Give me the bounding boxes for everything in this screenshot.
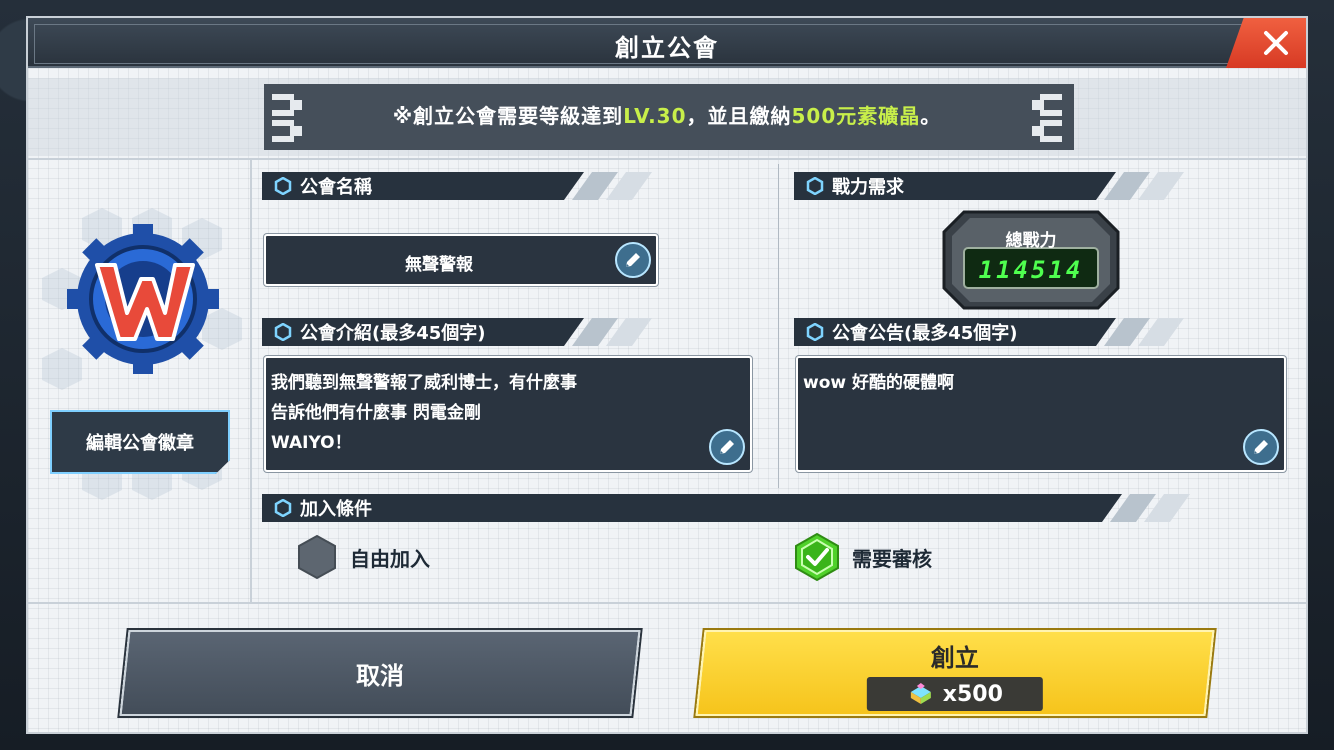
edit-intro-button[interactable] [709, 429, 745, 465]
guild-intro-header: 公會介紹(最多45個字) [262, 318, 652, 346]
hexagon-bullet-icon [274, 177, 292, 195]
dialog-titlebar: 創立公會 [28, 18, 1306, 68]
total-power-badge: 總戰力 114514 [942, 210, 1120, 310]
element-crystal-icon [910, 683, 931, 704]
join-option-free[interactable]: 自由加入 [296, 534, 430, 580]
requirement-notice: ※創立公會需要等級達到LV.30，並且繳納500元素礦晶。 [28, 78, 1306, 156]
close-icon [1264, 31, 1288, 55]
join-option-review[interactable]: 需要審核 [794, 532, 932, 582]
join-condition-header: 加入條件 [262, 494, 1190, 522]
cost-requirement: 500元素礦晶 [791, 104, 921, 128]
hexagon-bullet-icon [806, 323, 824, 341]
create-guild-button[interactable]: 創立 x500 [695, 630, 1215, 716]
cancel-button[interactable]: 取消 [119, 630, 641, 716]
close-button[interactable] [1226, 18, 1306, 68]
edit-guild-name-button[interactable] [615, 242, 651, 278]
edit-emblem-button[interactable]: 編輯公會徽章 [50, 410, 230, 474]
power-label: 總戰力 [1005, 231, 1057, 251]
hexagon-radio-unchecked-icon [298, 534, 336, 580]
pencil-icon [626, 253, 640, 267]
guild-name-header: 公會名稱 [262, 172, 652, 200]
power-value: 114514 [978, 256, 1084, 284]
dialog-title: 創立公會 [615, 34, 719, 62]
guild-announcement-header: 公會公告(最多45個字) [794, 318, 1184, 346]
notice-text: ※創立公會需要等級達到LV.30，並且繳納500元素礦晶。 [392, 104, 942, 128]
pencil-icon [720, 440, 734, 454]
edit-announcement-button[interactable] [1243, 429, 1279, 465]
hexagon-bullet-icon [806, 177, 824, 195]
guild-name-input[interactable]: 無聲警報 [264, 234, 658, 286]
power-requirement-header: 戰力需求 [794, 172, 1184, 200]
pencil-icon [1254, 440, 1268, 454]
hexagon-check-icon [795, 532, 839, 582]
guild-intro-textarea[interactable]: 我們聽到無聲警報了威利博士，有什麼事 告訴他們有什麼事 閃電金剛 WAIYO！ [264, 356, 752, 472]
hexagon-bullet-icon [274, 323, 292, 341]
create-cost: x500 [866, 677, 1043, 711]
hexagon-bullet-icon [274, 499, 292, 517]
create-guild-dialog: 創立公會 ※創立公會需要等級達到LV.30，並且繳納500元素礦晶。 編輯公會徽… [26, 16, 1308, 734]
level-requirement: LV.30 [623, 104, 687, 128]
guild-announcement-textarea[interactable]: wow 好酷的硬體啊 [796, 356, 1286, 472]
guild-emblem [67, 224, 219, 374]
